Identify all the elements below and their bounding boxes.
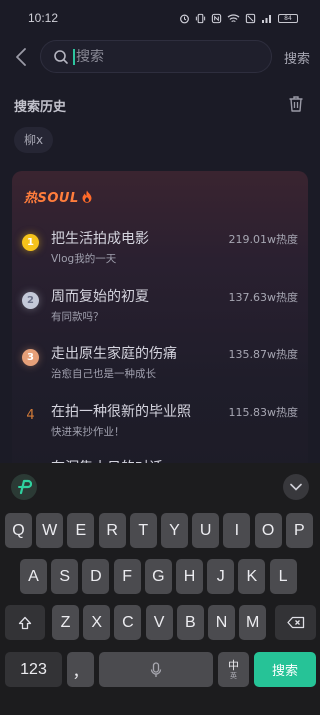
key-d[interactable]: D — [82, 559, 110, 594]
text-cursor — [73, 48, 75, 65]
hot-item-heat: 219.01w热度 — [228, 233, 299, 246]
key-w[interactable]: W — [36, 513, 64, 548]
ime-logo-icon — [18, 479, 32, 495]
key-a[interactable]: A — [20, 559, 47, 594]
signal-icon — [262, 14, 271, 23]
backspace-icon — [286, 616, 304, 629]
rank-badge: 2 — [22, 292, 39, 309]
hot-item-subtitle: 快进来抄作业！ — [51, 426, 125, 438]
vibrate-icon — [195, 13, 206, 23]
key-t[interactable]: T — [129, 513, 157, 548]
hot-item-heat: 137.63w热度 — [228, 291, 299, 304]
search-bar: 搜索 — [0, 40, 320, 74]
hot-soul-title: 热SOUL — [24, 191, 79, 206]
status-time: 10:12 — [28, 11, 59, 25]
flame-icon — [82, 190, 92, 203]
comma-key[interactable]: ， — [67, 652, 94, 687]
key-v[interactable]: V — [145, 605, 173, 640]
trash-icon — [289, 96, 303, 112]
search-enter-key[interactable]: 搜索 — [254, 652, 316, 687]
status-bar: 10:12 84 — [0, 0, 320, 36]
rank-badge: 1 — [22, 234, 39, 251]
chevron-down-icon — [290, 483, 302, 491]
alarm-icon — [180, 14, 189, 23]
hot-list-item[interactable]: 3 走出原生家庭的伤痛 治愈自己也是一种成长 135.87w热度 — [12, 337, 308, 385]
key-j[interactable]: J — [207, 559, 235, 594]
status-icons: 84 — [179, 13, 298, 24]
key-u[interactable]: U — [192, 513, 220, 548]
key-l[interactable]: L — [269, 559, 297, 594]
history-chip[interactable]: 柳x — [14, 127, 54, 153]
microphone-icon — [150, 661, 162, 677]
soft-keyboard: QWERTYUIOP ASDFGHJKL ZXCVBNM 123 ， 中 英 搜索 — [0, 463, 320, 715]
hot-item-subtitle: 治愈自己也是一种成长 — [51, 368, 156, 380]
language-key-label: 中 — [228, 658, 239, 672]
wifi-icon — [227, 13, 240, 22]
hot-item-subtitle: 有同款吗？ — [51, 311, 104, 323]
hot-list-item[interactable]: 1 把生活拍成电影 Vlog我的一天 219.01w热度 — [12, 222, 308, 270]
key-c[interactable]: C — [114, 605, 142, 640]
hot-item-subtitle: Vlog我的一天 — [51, 253, 117, 265]
keyboard-logo-button[interactable] — [11, 474, 37, 500]
nfc-icon — [211, 13, 222, 23]
hot-item-title: 周而复始的初夏 — [51, 289, 149, 305]
keyboard-collapse-button[interactable] — [283, 474, 309, 500]
key-p[interactable]: P — [285, 513, 313, 548]
key-x[interactable]: X — [83, 605, 111, 640]
chevron-left-icon — [16, 48, 26, 66]
battery-icon: 84 — [278, 13, 298, 23]
key-f[interactable]: F — [113, 559, 141, 594]
search-icon — [53, 49, 69, 65]
back-button[interactable] — [10, 44, 32, 70]
backspace-key[interactable] — [275, 605, 316, 640]
search-input[interactable] — [76, 48, 246, 65]
key-e[interactable]: E — [67, 513, 95, 548]
hot-item-title: 走出原生家庭的伤痛 — [51, 346, 177, 362]
numbers-key[interactable]: 123 — [5, 652, 62, 687]
key-h[interactable]: H — [176, 559, 203, 594]
key-r[interactable]: R — [98, 513, 126, 548]
mute-icon — [245, 13, 256, 23]
key-k[interactable]: K — [238, 559, 266, 594]
key-i[interactable]: I — [223, 513, 251, 548]
rank-badge: 3 — [22, 349, 39, 366]
shift-icon — [18, 616, 32, 629]
hot-soul-card: 热SOUL 1 把生活拍成电影 Vlog我的一天 219.01w热度 2 周而复… — [12, 171, 308, 471]
key-o[interactable]: O — [254, 513, 282, 548]
clear-history-button[interactable] — [288, 95, 304, 113]
hot-item-title: 在拍一种很新的毕业照 — [51, 404, 191, 420]
search-history-title: 搜索历史 — [14, 100, 67, 115]
hot-list-item[interactable]: 2 周而复始的初夏 有同款吗？ 137.63w热度 — [12, 280, 308, 328]
space-key[interactable] — [99, 652, 213, 687]
rank-number: 4 — [26, 408, 35, 423]
language-switch-key[interactable]: 中 英 — [218, 652, 249, 687]
language-key-sublabel: 英 — [230, 672, 237, 680]
hot-list-item[interactable]: 4 在拍一种很新的毕业照 快进来抄作业！ 115.83w热度 — [12, 395, 308, 443]
hot-item-title: 把生活拍成电影 — [51, 231, 149, 247]
keyboard-toolbar — [0, 463, 320, 507]
key-y[interactable]: Y — [161, 513, 188, 548]
search-submit-button[interactable]: 搜索 — [284, 48, 310, 67]
search-field[interactable] — [40, 40, 272, 73]
shift-key[interactable] — [5, 605, 45, 640]
key-m[interactable]: M — [239, 605, 267, 640]
key-s[interactable]: S — [51, 559, 79, 594]
key-n[interactable]: N — [208, 605, 235, 640]
key-z[interactable]: Z — [52, 605, 79, 640]
hot-item-heat: 115.83w热度 — [228, 406, 299, 419]
hot-soul-header: 热SOUL — [24, 187, 92, 206]
key-q[interactable]: Q — [5, 513, 32, 548]
key-b[interactable]: B — [176, 605, 204, 640]
key-g[interactable]: G — [144, 559, 172, 594]
hot-item-heat: 135.87w热度 — [228, 348, 299, 361]
